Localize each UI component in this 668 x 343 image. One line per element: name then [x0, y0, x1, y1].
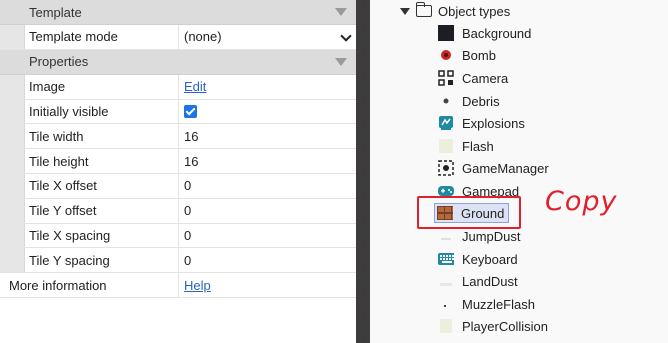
landdust-icon — [438, 273, 454, 289]
property-row-tile-x-spacing: Tile X spacing 0 — [0, 223, 356, 249]
debris-icon — [438, 93, 454, 109]
tree-item-label: Explosions — [462, 115, 525, 131]
template-mode-value: (none) — [184, 29, 222, 45]
divider-line — [362, 0, 364, 343]
highlight-box — [417, 196, 521, 229]
tree-item-label: Camera — [462, 70, 509, 86]
chevron-down-icon — [340, 30, 352, 42]
jumpdust-icon — [438, 228, 454, 244]
tree-item-jumpdust[interactable]: JumpDust — [438, 226, 521, 246]
folder-icon — [415, 2, 432, 17]
tile-y-spacing-field[interactable]: 0 — [179, 248, 356, 272]
property-row-tile-height: Tile height 16 — [0, 149, 356, 174]
property-label: Image — [0, 74, 179, 99]
object-types-folder[interactable]: Object types — [400, 1, 510, 21]
property-label: Tile width — [0, 124, 179, 149]
tree-item-label: Bomb — [462, 47, 496, 63]
tree-item-label: GameManager — [462, 160, 549, 176]
property-label: Tile X offset — [0, 173, 179, 198]
edit-image-link[interactable]: Edit — [184, 79, 206, 94]
tree-item-label: LandDust — [462, 273, 518, 289]
property-label: Tile Y offset — [0, 198, 179, 223]
tree-item-gamemanager[interactable]: GameManager — [438, 158, 549, 178]
more-information-label: More information — [0, 273, 179, 297]
keyboard-icon — [438, 251, 454, 267]
property-row-tile-width: Tile width 16 — [0, 124, 356, 150]
tree-item-label: Debris — [462, 93, 500, 109]
gamemanager-icon — [438, 160, 454, 176]
properties-section-header[interactable]: Properties — [0, 49, 356, 75]
property-row-initially-visible: Initially visible — [0, 99, 356, 125]
tree-item-label: Keyboard — [462, 251, 518, 267]
tree-item-bomb[interactable]: Bomb — [438, 45, 496, 65]
expand-triangle-icon[interactable] — [400, 7, 410, 15]
tree-item-label: PlayerCollision — [462, 318, 548, 334]
tree-item-label: MuzzleFlash — [462, 296, 535, 312]
flash-icon — [438, 138, 454, 154]
tile-x-offset-field[interactable]: 0 — [179, 174, 356, 198]
help-link[interactable]: Help — [184, 278, 211, 293]
tree-item-debris[interactable]: Debris — [438, 91, 500, 111]
bomb-icon — [438, 47, 454, 63]
muzzleflash-icon — [438, 296, 454, 312]
tree-item-label: Background — [462, 25, 532, 41]
template-mode-row: Template mode (none) — [0, 25, 356, 50]
properties-section-title: Properties — [29, 54, 89, 70]
property-label: Tile height — [0, 149, 179, 173]
tree-item-muzzleflash[interactable]: MuzzleFlash — [438, 294, 535, 314]
properties-panel: Template Template mode (none) Properties… — [0, 0, 356, 343]
folder-label: Object types — [438, 3, 511, 19]
tree-item-playercollision[interactable]: PlayerCollision — [438, 316, 548, 336]
property-row-image: Image Edit — [0, 74, 356, 100]
tree-item-explosions[interactable]: Explosions — [438, 113, 525, 133]
tile-height-field[interactable]: 16 — [179, 149, 356, 173]
collapse-arrow-icon[interactable] — [335, 57, 347, 66]
tree-item-label: JumpDust — [462, 228, 521, 244]
template-mode-select[interactable]: (none) — [179, 25, 356, 49]
tile-y-offset-field[interactable]: 0 — [179, 199, 356, 223]
background-icon — [438, 25, 454, 41]
camera-icon — [438, 70, 454, 86]
collapse-arrow-icon[interactable] — [335, 8, 347, 16]
property-label: Tile Y spacing — [0, 248, 179, 273]
property-label: Tile X spacing — [0, 223, 179, 248]
template-section-header[interactable]: Template — [0, 0, 356, 25]
template-mode-label: Template mode — [0, 25, 179, 49]
tree-item-camera[interactable]: Camera — [438, 68, 508, 88]
panel-divider[interactable] — [356, 0, 370, 343]
project-tree: Object types Background Bomb Camera Debr… — [370, 0, 668, 343]
template-section-title: Template — [29, 4, 82, 20]
tree-item-keyboard[interactable]: Keyboard — [438, 249, 518, 269]
property-row-tile-y-spacing: Tile Y spacing 0 — [0, 248, 356, 274]
copy-annotation: Copy — [545, 186, 618, 217]
initially-visible-checkbox[interactable] — [184, 104, 197, 118]
tree-item-label: Flash — [462, 138, 494, 154]
property-label: Initially visible — [0, 99, 179, 124]
property-row-tile-y-offset: Tile Y offset 0 — [0, 198, 356, 224]
property-row-tile-x-offset: Tile X offset 0 — [0, 173, 356, 199]
tree-item-flash[interactable]: Flash — [438, 136, 494, 156]
tile-x-spacing-field[interactable]: 0 — [179, 224, 356, 248]
explosions-icon — [438, 115, 454, 131]
tile-width-field[interactable]: 16 — [179, 124, 356, 148]
more-information-row: More information Help — [0, 273, 356, 298]
tree-item-landdust[interactable]: LandDust — [438, 271, 518, 291]
tree-item-background[interactable]: Background — [438, 23, 531, 43]
playercollision-icon — [438, 318, 454, 334]
